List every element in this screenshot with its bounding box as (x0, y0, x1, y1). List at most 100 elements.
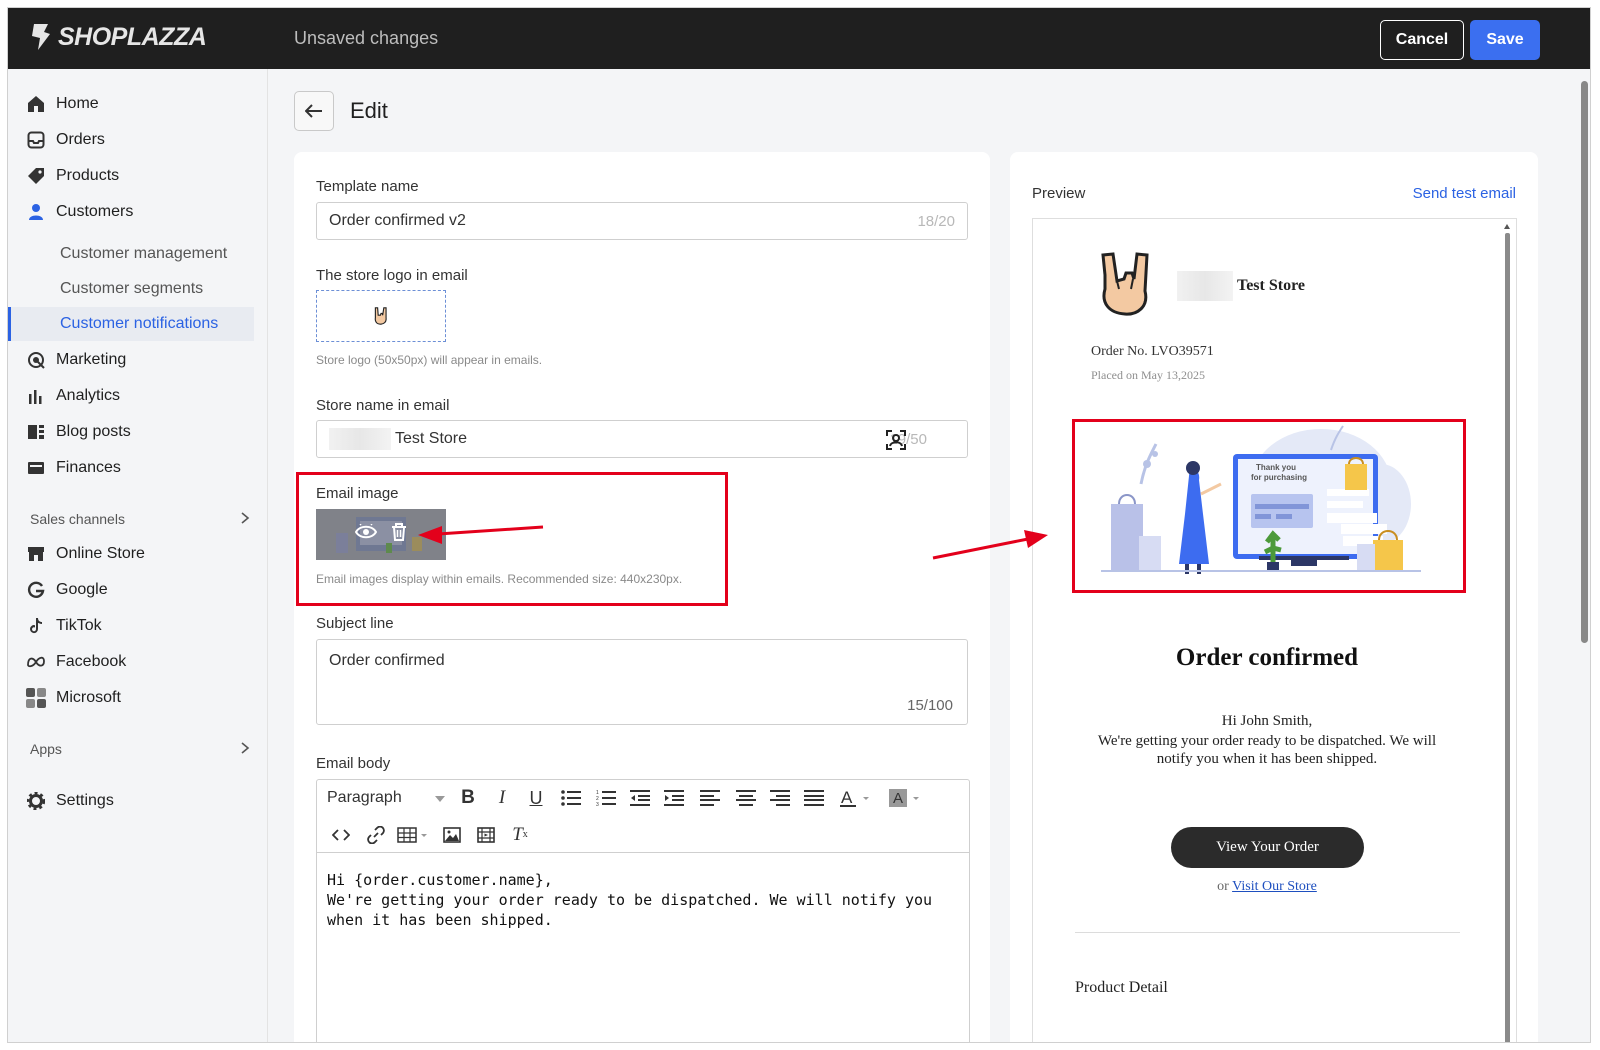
subject-line-value: Order confirmed (329, 652, 445, 669)
save-button[interactable]: Save (1470, 20, 1540, 60)
app-window: SHOPLAZZA Unsaved changes Cancel Save Ho… (7, 7, 1591, 1043)
align-left-icon[interactable] (691, 783, 729, 813)
sidebar-item-customers[interactable]: Customers (26, 197, 256, 227)
svg-text:A: A (893, 790, 903, 807)
sidebar-item-label: Products (56, 167, 120, 184)
sidebar-item-facebook[interactable]: Facebook (26, 647, 256, 677)
email-body-label: Email body (316, 755, 391, 772)
sidebar-item-analytics[interactable]: Analytics (26, 381, 256, 411)
sidebar-item-label: Google (56, 581, 108, 598)
video-icon[interactable] (469, 820, 503, 850)
orders-icon (26, 130, 46, 150)
store-name-value: Test Store (395, 430, 468, 447)
sidebar-item-online-store[interactable]: Online Store (26, 539, 256, 569)
sidebar-item-google[interactable]: Google (26, 575, 256, 605)
bold-icon[interactable]: B (451, 783, 485, 813)
template-name-input[interactable]: Order confirmed v2 18/20 (316, 202, 968, 240)
italic-icon[interactable]: I (485, 783, 519, 813)
sidebar-item-label: Customers (56, 203, 134, 220)
align-right-icon[interactable] (763, 783, 797, 813)
sidebar: Home Orders Products Customers Customer … (8, 69, 268, 1042)
page-title: Edit (350, 98, 388, 123)
svg-text:A: A (841, 788, 853, 807)
text-color-icon[interactable]: A (831, 783, 881, 813)
rock-hand-logo-icon (1101, 252, 1149, 316)
store-logo-help: Store logo (50x50px) will appear in emai… (316, 353, 543, 367)
sales-channels-label: Sales channels (30, 511, 125, 527)
sidebar-item-finances[interactable]: Finances (26, 453, 256, 483)
rock-hand-logo-icon (374, 307, 387, 325)
sidebar-subitem-customer-management[interactable]: Customer management (8, 237, 254, 271)
subject-line-textarea[interactable]: Order confirmed 15/100 (316, 639, 968, 725)
paragraph-format-select[interactable]: Paragraph (327, 783, 451, 813)
back-button[interactable] (294, 91, 334, 131)
sidebar-item-tiktok[interactable]: TikTok (26, 611, 256, 641)
table-icon[interactable] (391, 820, 435, 850)
template-form-card: Template name Order confirmed v2 18/20 T… (294, 152, 990, 1042)
store-name-input[interactable]: Test Store 19/50 (316, 420, 968, 458)
bullet-list-icon[interactable] (553, 783, 589, 813)
person-icon (26, 202, 46, 222)
preview-scrollbar-thumb[interactable] (1505, 233, 1510, 1042)
apps-header[interactable]: Apps (30, 737, 250, 761)
cancel-button[interactable]: Cancel (1380, 20, 1464, 60)
sidebar-subitem-customer-segments[interactable]: Customer segments (8, 272, 254, 306)
preview-order-number: Order No. LVO39571 (1091, 344, 1214, 359)
or-text: or (1217, 879, 1229, 894)
page-scrollbar[interactable] (1576, 69, 1590, 1042)
sidebar-subitem-customer-notifications[interactable]: Customer notifications (8, 307, 254, 341)
store-logo-upload[interactable] (316, 290, 446, 342)
google-icon (26, 580, 46, 600)
sidebar-item-settings[interactable]: Settings (26, 786, 256, 816)
blog-icon (26, 422, 46, 442)
preview-greeting: Hi John Smith, (1221, 713, 1313, 729)
outdent-icon[interactable] (623, 783, 657, 813)
store-icon (26, 544, 46, 564)
align-center-icon[interactable] (729, 783, 763, 813)
numbered-list-icon[interactable]: 123 (589, 783, 623, 813)
code-icon[interactable] (321, 820, 361, 850)
paragraph-format-value: Paragraph (327, 789, 402, 806)
sidebar-item-label: Marketing (56, 351, 127, 368)
sidebar-item-label: Online Store (56, 545, 145, 562)
editor-content[interactable]: Hi {order.customer.name}, We're getting … (327, 870, 957, 930)
sidebar-item-label: Analytics (56, 387, 121, 404)
blurred-text (329, 428, 391, 450)
unsaved-status: Unsaved changes (294, 28, 439, 48)
sales-channels-header[interactable]: Sales channels (30, 507, 250, 531)
scan-person-icon[interactable] (886, 430, 906, 455)
send-test-email-link[interactable]: Send test email (1413, 185, 1516, 202)
bar-chart-icon (26, 386, 46, 406)
sidebar-item-orders[interactable]: Orders (26, 125, 256, 155)
chevron-right-icon (240, 511, 250, 527)
top-bar: SHOPLAZZA Unsaved changes Cancel Save (8, 8, 1590, 69)
underline-icon[interactable]: U (519, 783, 553, 813)
sidebar-item-blog-posts[interactable]: Blog posts (26, 417, 256, 447)
sidebar-item-home[interactable]: Home (26, 89, 256, 119)
sidebar-item-label: Finances (56, 459, 121, 476)
editor-line: We're getting your order ready to be dis… (327, 891, 933, 929)
clear-format-icon[interactable]: Tx (503, 820, 537, 850)
highlight-color-icon[interactable]: A (881, 783, 931, 813)
meta-icon (26, 652, 46, 672)
preview-or-line: or Visit Our Store (1033, 879, 1501, 895)
visit-our-store-link[interactable]: Visit Our Store (1232, 879, 1317, 894)
divider (1075, 932, 1460, 933)
sidebar-item-marketing[interactable]: Marketing (26, 345, 256, 375)
email-preview-frame: Test Store Order No. LVO39571 Placed on … (1032, 218, 1517, 1042)
rich-text-editor: Paragraph B I U 123 A A T x Hi {order.cu… (316, 779, 970, 1042)
finance-icon (26, 458, 46, 478)
link-icon[interactable] (361, 820, 391, 850)
indent-icon[interactable] (657, 783, 691, 813)
shoplazza-logo-icon (32, 24, 50, 50)
align-justify-icon[interactable] (797, 783, 831, 813)
sidebar-item-microsoft[interactable]: Microsoft (26, 683, 256, 713)
sidebar-item-products[interactable]: Products (26, 161, 256, 191)
editor-line: Hi {order.customer.name}, (327, 871, 553, 889)
brand-logo[interactable]: SHOPLAZZA (28, 22, 207, 52)
view-your-order-button[interactable]: View Your Order (1171, 827, 1364, 868)
store-logo-label: The store logo in email (316, 267, 468, 284)
blurred-text (1177, 271, 1233, 301)
image-icon[interactable] (435, 820, 469, 850)
page-scrollbar-thumb[interactable] (1581, 81, 1588, 643)
